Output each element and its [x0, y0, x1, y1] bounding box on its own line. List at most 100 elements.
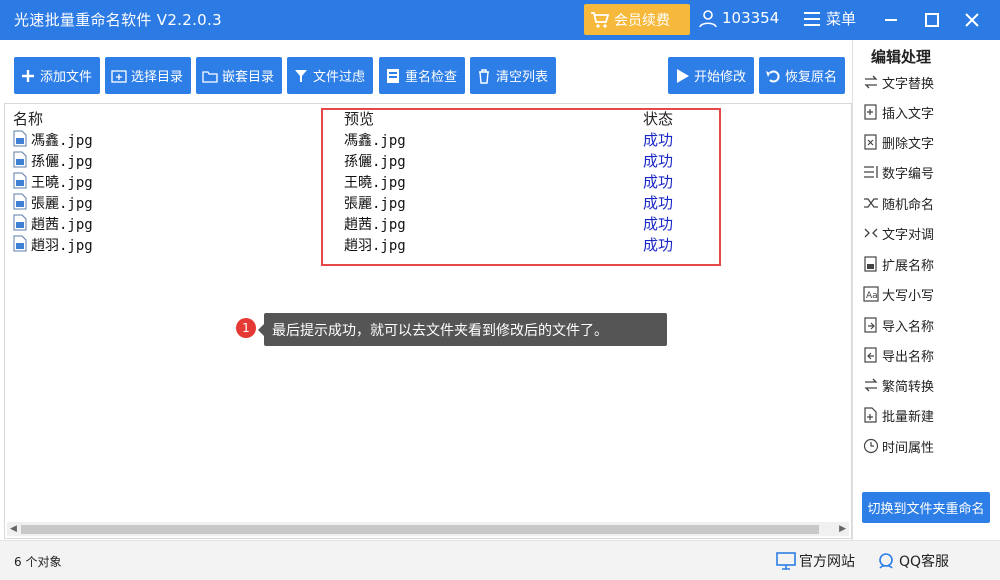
user-account[interactable]: 103354 [698, 8, 779, 28]
shuffle-icon [864, 198, 878, 208]
file-name: 王曉.jpg [31, 175, 93, 191]
sidebar-item-delete-text[interactable]: 删除文字 [863, 131, 934, 153]
folder-add-icon [111, 69, 127, 83]
sidebar-item-label: 繁简转换 [882, 379, 935, 395]
play-icon [676, 68, 689, 83]
sidebar-item-label: 插入文字 [882, 106, 935, 122]
check-doc-icon [386, 68, 399, 83]
image-file-icon [13, 151, 27, 168]
import-icon [864, 317, 877, 333]
tip-number-badge: 1 [236, 318, 256, 338]
case-icon: Aa [863, 286, 879, 302]
select-dir-button[interactable]: 选择目录 [105, 57, 191, 94]
sidebar-item-label: 大写小写 [882, 288, 935, 304]
file-name: 孫儷.jpg [31, 154, 93, 170]
clear-list-button[interactable]: 清空列表 [470, 57, 556, 94]
start-modify-button[interactable]: 开始修改 [668, 57, 754, 94]
plus-icon [21, 69, 34, 82]
add-file-button[interactable]: 添加文件 [14, 57, 100, 94]
maximize-icon[interactable] [921, 9, 943, 31]
clear-list-label: 清空列表 [495, 70, 548, 85]
scroll-left-icon[interactable]: ◀ [10, 524, 17, 534]
menu-icon [804, 11, 820, 26]
column-header-name[interactable]: 名称 [13, 108, 43, 129]
monitor-icon [776, 552, 796, 570]
sidebar-item-extension[interactable]: 扩展名称 [863, 253, 934, 275]
sidebar-item-export-names[interactable]: 导出名称 [863, 344, 934, 366]
qq-support-label: QQ客服 [899, 554, 950, 570]
rename-check-label: 重名检查 [404, 70, 457, 85]
image-file-icon [13, 214, 27, 231]
tip-callout: 最后提示成功，就可以去文件夹看到修改后的文件了。 [258, 313, 667, 346]
close-icon[interactable] [961, 9, 983, 31]
sidebar-item-label: 批量新建 [882, 409, 935, 425]
file-name: 馮鑫.jpg [31, 133, 93, 149]
sidebar-item-label: 删除文字 [882, 136, 935, 152]
image-file-icon [13, 172, 27, 189]
sidebar-item-label: 导入名称 [882, 319, 935, 335]
convert-icon [864, 378, 878, 392]
object-count: 6 个对象 [14, 555, 62, 569]
sidebar-item-batch-new[interactable]: 批量新建 [863, 404, 934, 426]
sidebar-item-label: 扩展名称 [882, 258, 935, 274]
file-filter-button[interactable]: 文件过虑 [287, 57, 373, 94]
user-icon [699, 10, 717, 28]
sidebar-item-case[interactable]: Aa 大写小写 [863, 283, 934, 305]
sidebar-item-trad-simp[interactable]: 繁简转换 [863, 374, 934, 396]
sidebar-item-label: 时间属性 [882, 440, 935, 456]
extension-doc-icon [864, 256, 877, 272]
qq-support-link[interactable]: QQ客服 [876, 551, 949, 571]
swap-icon [864, 75, 878, 89]
export-icon [864, 347, 877, 363]
nested-dir-button[interactable]: 嵌套目录 [196, 57, 282, 94]
rename-check-button[interactable]: 重名检查 [379, 57, 465, 94]
headset-icon [879, 553, 893, 569]
menu-label: 菜单 [826, 10, 857, 28]
sidebar-item-label: 导出名称 [882, 349, 935, 365]
status-bar: 6 个对象 官方网站 QQ客服 [0, 540, 1000, 580]
sidebar-item-random-name[interactable]: 随机命名 [863, 192, 934, 214]
sidebar-item-text-swap[interactable]: 文字对调 [863, 222, 934, 244]
title-bar: 光速批量重命名软件 V2.2.0.3 会员续费 103354 菜单 [0, 0, 1000, 40]
sidebar-item-label: 文字替换 [882, 76, 935, 92]
sidebar-item-time-attr[interactable]: 时间属性 [863, 435, 934, 457]
image-file-icon [13, 130, 27, 147]
sidebar-item-label: 随机命名 [882, 197, 935, 213]
restore-name-button[interactable]: 恢复原名 [759, 57, 845, 94]
filter-icon [294, 69, 307, 82]
cart-icon [591, 11, 610, 28]
official-website-link[interactable]: 官方网站 [776, 551, 855, 571]
sidebar-item-text-replace[interactable]: 文字替换 [863, 71, 934, 93]
file-filter-label: 文件过虑 [312, 70, 365, 85]
edit-sidebar: 编辑处理 文字替换 插入文字 删除文字 数字编号 随机命名 文字对调 扩展名称 … [852, 40, 1000, 540]
horizontal-scrollbar[interactable]: ◀ ▶ [7, 522, 849, 536]
sidebar-item-label: 数字编号 [882, 166, 935, 182]
sidebar-title: 编辑处理 [871, 48, 932, 66]
highlight-box [321, 108, 721, 266]
clock-icon [863, 438, 879, 454]
delete-doc-icon [864, 134, 877, 150]
menu-button[interactable]: 菜单 [804, 8, 856, 29]
select-dir-label: 选择目录 [130, 70, 183, 85]
vip-renew-button[interactable]: 会员续费 [584, 4, 690, 35]
add-file-label: 添加文件 [39, 70, 92, 85]
sidebar-item-import-names[interactable]: 导入名称 [863, 314, 934, 336]
restore-name-label: 恢复原名 [784, 70, 837, 85]
file-name: 張麗.jpg [31, 196, 93, 212]
sidebar-item-insert-text[interactable]: 插入文字 [863, 101, 934, 123]
sidebar-item-number[interactable]: 数字编号 [863, 161, 934, 183]
scroll-right-icon[interactable]: ▶ [839, 524, 846, 534]
minimize-icon[interactable] [880, 9, 902, 31]
official-website-label: 官方网站 [799, 554, 855, 570]
vip-renew-label: 会员续费 [614, 12, 670, 29]
svg-text:Aa: Aa [866, 291, 878, 301]
user-id: 103354 [722, 9, 780, 27]
nested-dir-label: 嵌套目录 [221, 70, 274, 85]
image-file-icon [13, 235, 27, 252]
switch-folder-rename-button[interactable]: 切换到文件夹重命名 [862, 492, 990, 523]
trash-icon [478, 68, 489, 84]
list-number-icon [864, 166, 878, 178]
undo-icon [765, 70, 780, 82]
sidebar-item-label: 文字对调 [882, 227, 935, 243]
scrollbar-thumb[interactable] [21, 525, 819, 534]
